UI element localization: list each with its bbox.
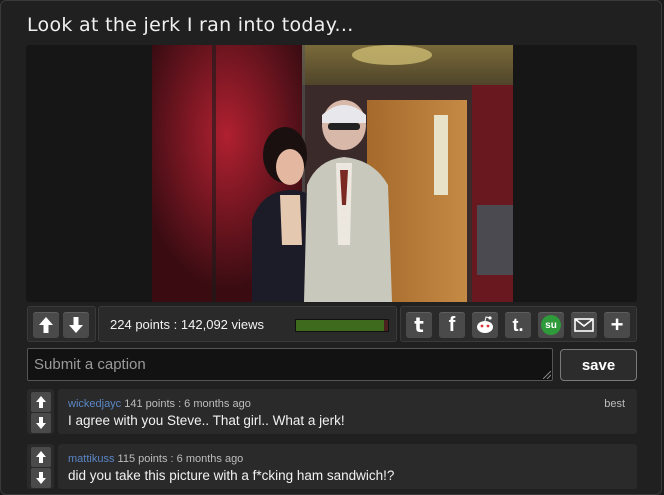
stats-separator: : (173, 317, 178, 332)
views-count: 142,092 (180, 317, 228, 332)
tumblr-t-icon: t. (512, 314, 524, 335)
arrow-up-icon (36, 396, 46, 408)
arrow-up-icon (36, 451, 46, 463)
post-photo-illustration (152, 45, 513, 302)
comment-meta: mattikuss 115 points : 6 months ago (68, 453, 243, 465)
comment-points-time: 141 points : 6 months ago (124, 398, 251, 410)
reddit-share-button[interactable] (472, 312, 498, 338)
vote-ratio-bar (295, 319, 389, 332)
facebook-icon: f (448, 313, 456, 336)
comment-downvote-button[interactable] (31, 413, 51, 433)
email-share-button[interactable] (571, 312, 597, 338)
facebook-share-button[interactable]: f (439, 312, 465, 338)
points-count: 224 (110, 317, 132, 332)
best-badge: best (604, 398, 625, 410)
arrow-up-icon (39, 317, 53, 333)
arrow-down-icon (69, 317, 83, 333)
more-share-button[interactable]: + (604, 312, 630, 338)
share-bar: t f t. su + (400, 306, 637, 342)
vote-controls (27, 306, 96, 342)
comment-vote-controls (27, 389, 54, 434)
comment-meta: wickedjayc 141 points : 6 months ago (68, 398, 251, 410)
arrow-down-icon (36, 472, 46, 484)
tumblr-post-button[interactable]: t. (505, 312, 531, 338)
resize-grip-icon[interactable] (543, 371, 551, 379)
reddit-icon (477, 316, 493, 333)
comment-username[interactable]: mattikuss (68, 453, 114, 465)
upvote-button[interactable] (33, 312, 59, 338)
arrow-down-icon (36, 417, 46, 429)
stumbleupon-share-button[interactable]: su (538, 312, 564, 338)
tumblr-share-button[interactable]: t (406, 312, 432, 338)
points-label: points (135, 317, 171, 332)
email-icon (574, 318, 594, 332)
photo-panel (26, 45, 637, 302)
post-title: Look at the jerk I ran into today... (27, 14, 354, 36)
downvote-button[interactable] (63, 312, 89, 338)
comment-text: I agree with you Steve.. That girl.. Wha… (68, 413, 345, 428)
comment-points-time: 115 points : 6 months ago (117, 453, 244, 465)
comment-vote-controls (27, 444, 54, 489)
stats-text: 224 points : 142,092 views (110, 317, 264, 332)
more-plus-icon: + (610, 312, 624, 337)
comment-item: mattikuss 115 points : 6 months ago did … (58, 444, 637, 489)
caption-input[interactable] (27, 348, 553, 381)
save-caption-button[interactable]: save (560, 349, 637, 381)
comment-upvote-button[interactable] (31, 392, 51, 412)
stumbleupon-icon: su (541, 315, 561, 335)
post-stats: 224 points : 142,092 views (98, 306, 397, 342)
comment-downvote-button[interactable] (31, 468, 51, 488)
post-image[interactable] (152, 45, 513, 302)
vote-ratio-fill (296, 320, 385, 331)
comment-upvote-button[interactable] (31, 447, 51, 467)
comment-username[interactable]: wickedjayc (68, 398, 121, 410)
comment-text: did you take this picture with a f*cking… (68, 468, 395, 483)
tumblr-icon: t (414, 313, 424, 337)
views-label: views (231, 317, 265, 332)
comment-item: wickedjayc 141 points : 6 months ago bes… (58, 389, 637, 434)
